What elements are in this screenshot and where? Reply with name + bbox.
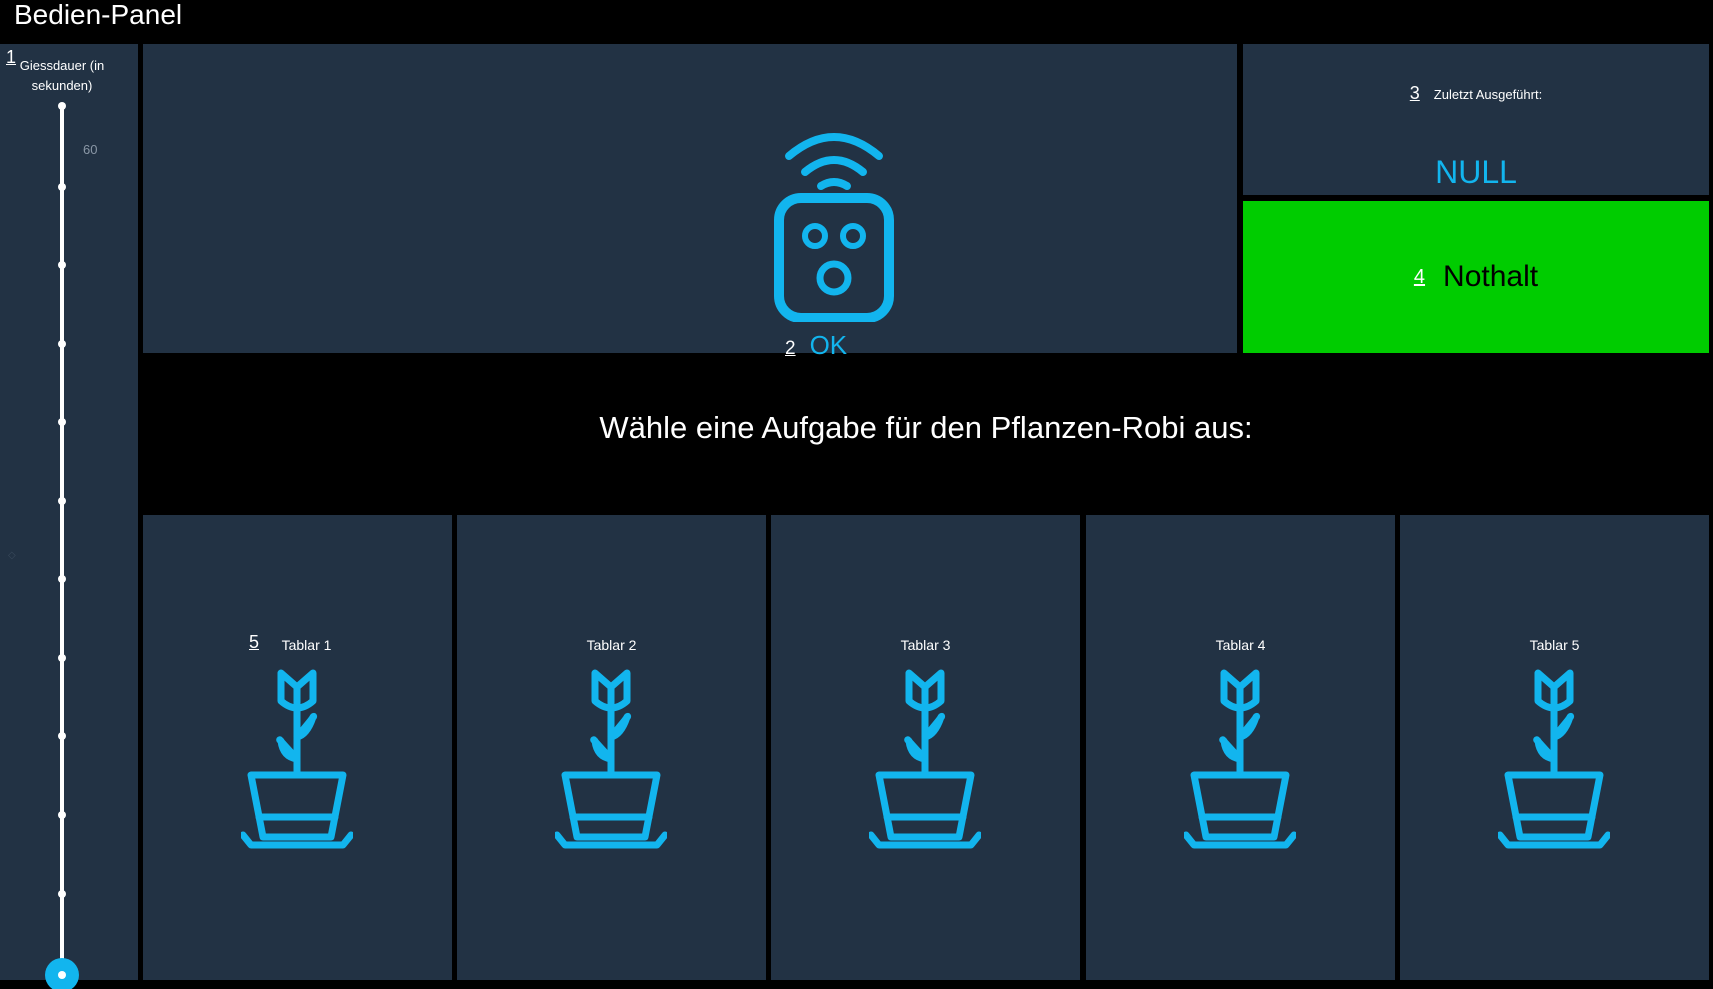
tray-label: Tablar 4 (1215, 637, 1266, 653)
slider-tick-dot[interactable] (58, 575, 66, 583)
tray-label: Tablar 2 (586, 637, 637, 653)
last-executed-label-row: 3 Zuletzt Ausgeführt: (1243, 84, 1709, 102)
remote-control-icon (774, 133, 894, 322)
tray-card-5[interactable]: Tablar 5 (1400, 515, 1709, 980)
task-prompt: Wähle eine Aufgabe für den Pflanzen-Robi… (599, 410, 1253, 445)
slider-tick-dot[interactable] (58, 102, 66, 110)
tray-label: Tablar 3 (900, 637, 951, 653)
slider-tick-dot[interactable] (58, 418, 66, 426)
control-panel: Bedien-Panel 1 Giessdauer (in sekunden) … (0, 0, 1713, 989)
slider-max-label: 60 (83, 142, 98, 157)
slider-tick-dot[interactable] (58, 340, 66, 348)
connection-status-tile: 2 OK (143, 44, 1237, 360)
slider-side-mark: ◇ (8, 550, 16, 561)
last-executed-label: Zuletzt Ausgeführt: (1433, 87, 1543, 102)
tray-card-3[interactable]: Tablar 3 (771, 515, 1080, 980)
marker-2: 2 (785, 338, 796, 359)
slider-track[interactable] (60, 104, 64, 989)
tray-label: Tablar 1 (281, 637, 332, 653)
slider-thumb[interactable] (45, 958, 79, 989)
plant-pot-icon (1498, 669, 1610, 849)
plant-pot-icon (869, 669, 981, 849)
app-title: Bedien-Panel (14, 0, 183, 30)
last-executed-tile: 3 Zuletzt Ausgeführt: NULL (1243, 44, 1709, 195)
tray-card-4[interactable]: Tablar 4 (1086, 515, 1395, 980)
slider-tick-dot[interactable] (58, 497, 66, 505)
slider-tick-dot[interactable] (58, 654, 66, 662)
status-text: OK (809, 330, 848, 360)
slider-tick-dot[interactable] (58, 732, 66, 740)
plant-pot-icon (555, 669, 667, 849)
tray-label: Tablar 5 (1529, 637, 1580, 653)
emergency-stop-button[interactable]: 4 Nothalt (1243, 201, 1709, 353)
marker-3: 3 (1409, 83, 1420, 103)
emergency-stop-label: Nothalt (1443, 260, 1539, 293)
plant-pot-icon (241, 669, 353, 849)
slider-tick-dot[interactable] (58, 261, 66, 269)
slider-label: Giessdauer (in sekunden) (19, 58, 105, 93)
tray-card-1[interactable]: 5 Tablar 1 (143, 515, 452, 980)
plant-pot-icon (1184, 669, 1296, 849)
slider-tick-dot[interactable] (58, 183, 66, 191)
tray-card-2[interactable]: Tablar 2 (457, 515, 766, 980)
slider-tick-dot[interactable] (58, 811, 66, 819)
watering-duration-panel: 1 Giessdauer (in sekunden) 60 ◇ 5 (0, 44, 138, 989)
marker-4: 4 (1413, 266, 1426, 288)
last-executed-value: NULL (1435, 154, 1517, 190)
slider-tick-dot[interactable] (58, 890, 66, 898)
status-row: 2 OK (785, 330, 847, 361)
